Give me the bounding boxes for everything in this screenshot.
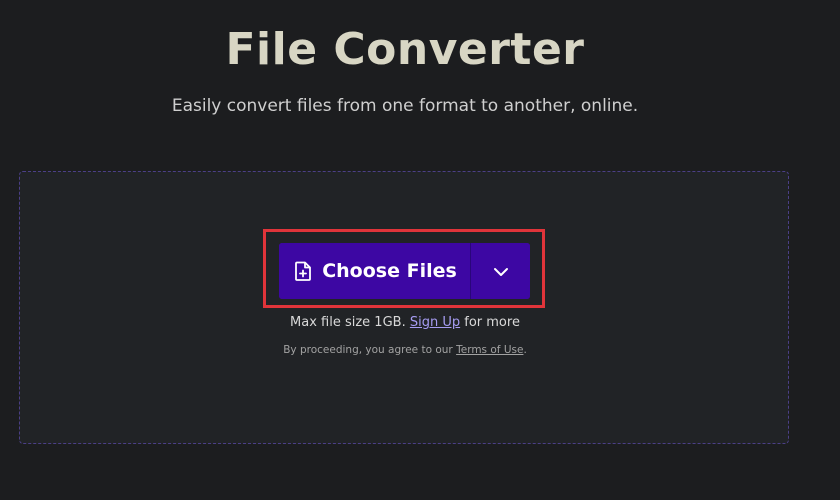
terms-of-use-link[interactable]: Terms of Use [456, 344, 523, 356]
file-plus-icon [292, 260, 314, 282]
choose-files-button[interactable]: Choose Files [279, 243, 470, 299]
max-file-size-info: Max file size 1GB. Sign Up for more [0, 315, 810, 330]
terms-suffix: . [523, 344, 527, 356]
choose-files-label: Choose Files [322, 260, 457, 282]
page-title: File Converter [225, 24, 585, 75]
chevron-down-icon [493, 262, 509, 281]
sign-up-link[interactable]: Sign Up [410, 315, 460, 330]
terms-prefix: By proceeding, you agree to our [283, 344, 453, 356]
page-subtitle: Easily convert files from one format to … [171, 96, 639, 116]
terms-notice: By proceeding, you agree to our Terms of… [0, 344, 810, 356]
max-size-text: Max file size 1GB. [290, 315, 406, 330]
choose-files-button-group: Choose Files [279, 243, 530, 299]
upload-options-dropdown-button[interactable] [471, 243, 530, 299]
for-more-text: for more [464, 315, 520, 330]
